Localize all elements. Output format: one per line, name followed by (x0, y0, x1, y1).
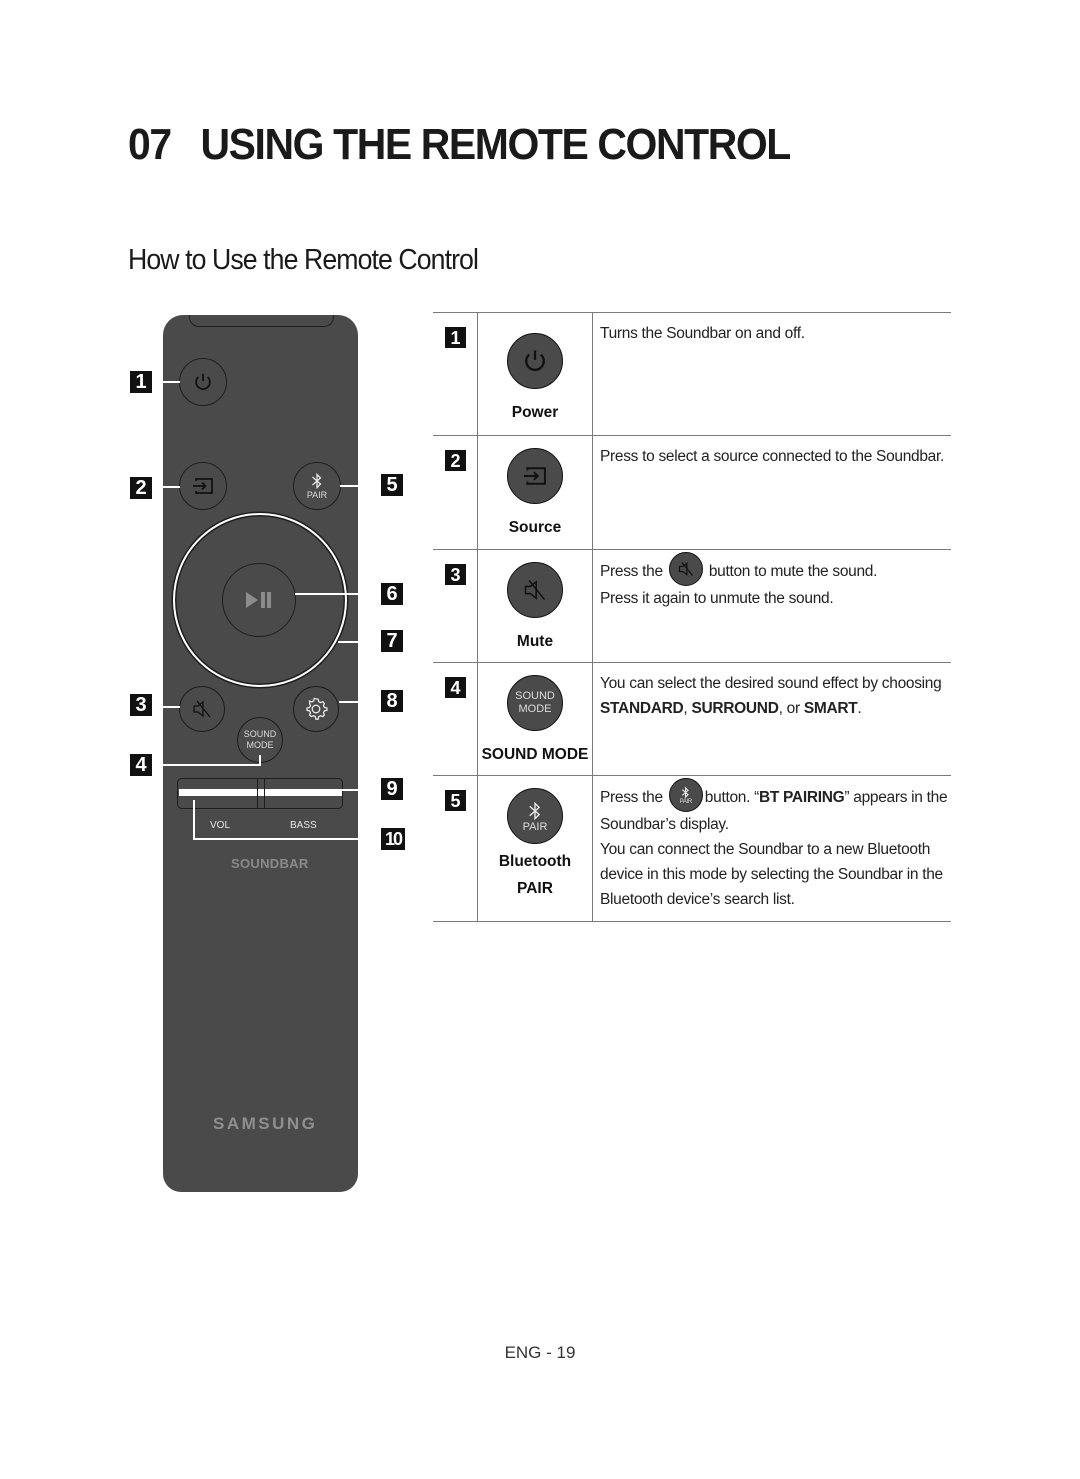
leader-line-2 (152, 486, 180, 488)
bt-pairing-text: BT PAIRING (758, 789, 845, 807)
row-number: 2 (445, 450, 466, 471)
table-row: 2 Source Press to select a source connec… (433, 435, 951, 550)
leader-line-6 (295, 593, 380, 595)
source-icon (193, 478, 213, 494)
inline-pair-button: PAIR (668, 778, 703, 812)
row-description: Press to select a source connected to th… (600, 448, 945, 465)
section-title: How to Use the Remote Control (128, 244, 479, 276)
bluetooth-pair-button-illustration: PAIR (507, 788, 563, 844)
mute-icon (193, 700, 211, 718)
button-caption: Power (511, 404, 559, 421)
desc-text: Press it again to unmute the sound. (600, 590, 834, 607)
remote-pair-button: PAIR (293, 462, 341, 510)
sound-mode-line2: MODE (246, 740, 274, 750)
power-button-illustration (507, 333, 563, 389)
rocker-divider (257, 779, 265, 808)
mute-icon (678, 561, 693, 577)
sound-mode-icon-text: SOUND (515, 690, 555, 702)
source-icon (524, 467, 546, 485)
row-number: 1 (445, 327, 466, 348)
samsung-logo: SAMSUNG (213, 1114, 318, 1133)
table-row: 5 PAIR Bluetooth PAIR Press the PAIR but… (433, 775, 951, 922)
bass-label: BASS (290, 820, 317, 831)
callout-9: 9 (381, 778, 403, 800)
leader-line-10b (193, 838, 380, 840)
table-row: 1 Power Turns the Soundbar on and off. (433, 312, 951, 436)
page-number: ENG - 19 (504, 1343, 576, 1362)
leader-line-10a (193, 800, 195, 840)
button-caption: Mute (516, 633, 554, 650)
soundbar-model-text: SOUNDBAR (231, 856, 309, 871)
callout-8: 8 (381, 690, 403, 712)
table-row: 3 Mute Press the button to mute the soun… (433, 549, 951, 663)
remote-ir-window (189, 315, 334, 327)
mute-icon (524, 580, 546, 600)
gear-icon (306, 697, 328, 720)
inline-mute-button (668, 552, 703, 586)
pair-icon-text: PAIR (522, 820, 548, 833)
leader-line-4b (152, 764, 261, 766)
desc-text: You can select the desired sound effect … (600, 675, 942, 692)
bluetooth-icon (312, 472, 322, 489)
desc-text: You can connect the Soundbar to a new Bl… (600, 841, 943, 908)
leader-line-8 (339, 701, 380, 703)
button-caption: Source (508, 519, 562, 536)
callout-7: 7 (381, 630, 403, 652)
callout-10: 10 (381, 828, 405, 850)
row-number: 4 (445, 677, 466, 698)
button-function-table: 1 Power Turns the Soundbar on and off. 2… (433, 312, 951, 922)
button-caption: SOUND MODE (481, 746, 589, 763)
sound-mode-button-illustration: SOUND MODE (507, 675, 563, 731)
remote-source-button (179, 462, 227, 510)
desc-text: button. “ (704, 789, 759, 807)
chapter-number: 07 (128, 120, 172, 169)
callout-5: 5 (381, 474, 403, 496)
row-number: 3 (445, 564, 466, 585)
desc-text: Press the (600, 563, 663, 581)
chapter-title-text: USING THE REMOTE CONTROL (200, 120, 791, 169)
callout-6: 6 (381, 583, 403, 605)
sound-mode-line1: SOUND (243, 729, 277, 739)
table-row: 4 SOUND MODE SOUND MODE You can select t… (433, 662, 951, 776)
button-caption-line1: Bluetooth (498, 853, 572, 870)
option-surround: SURROUND (691, 700, 779, 717)
pair-label: PAIR (306, 489, 328, 500)
remote-play-pause-button (222, 563, 296, 637)
leader-line-5 (340, 485, 380, 487)
remote-settings-button (293, 686, 339, 732)
remote-power-button (179, 358, 227, 406)
punctuation: . (857, 700, 862, 717)
leader-line-3 (152, 706, 180, 708)
row-number: 5 (445, 790, 466, 811)
power-icon (195, 373, 211, 390)
vol-label: VOL (210, 820, 231, 831)
leader-line-9 (342, 789, 380, 791)
desc-text: button to mute the sound. (708, 563, 878, 581)
bluetooth-icon (682, 785, 690, 799)
pair-icon-text: PAIR (679, 798, 693, 805)
row-description: Turns the Soundbar on and off. (600, 325, 805, 342)
sound-mode-icon-text: MODE (518, 703, 552, 715)
mute-button-illustration (507, 562, 563, 618)
separator: , or (778, 700, 804, 717)
callout-2: 2 (130, 477, 152, 499)
play-pause-icon (246, 592, 271, 608)
callout-1: 1 (130, 371, 152, 393)
leader-line-7 (338, 641, 380, 643)
remote-mute-button (179, 686, 225, 732)
option-standard: STANDARD (600, 700, 684, 717)
power-icon (525, 350, 545, 372)
leader-line-1 (152, 381, 180, 383)
source-button-illustration (507, 448, 563, 504)
chapter-title: 07 USING THE REMOTE CONTROL (128, 120, 791, 170)
bluetooth-icon (529, 801, 541, 820)
callout-3: 3 (130, 694, 152, 716)
button-caption-line2: PAIR (517, 880, 553, 897)
callout-4: 4 (130, 754, 152, 776)
desc-text: Press the (600, 789, 663, 807)
option-smart: SMART (803, 700, 858, 717)
